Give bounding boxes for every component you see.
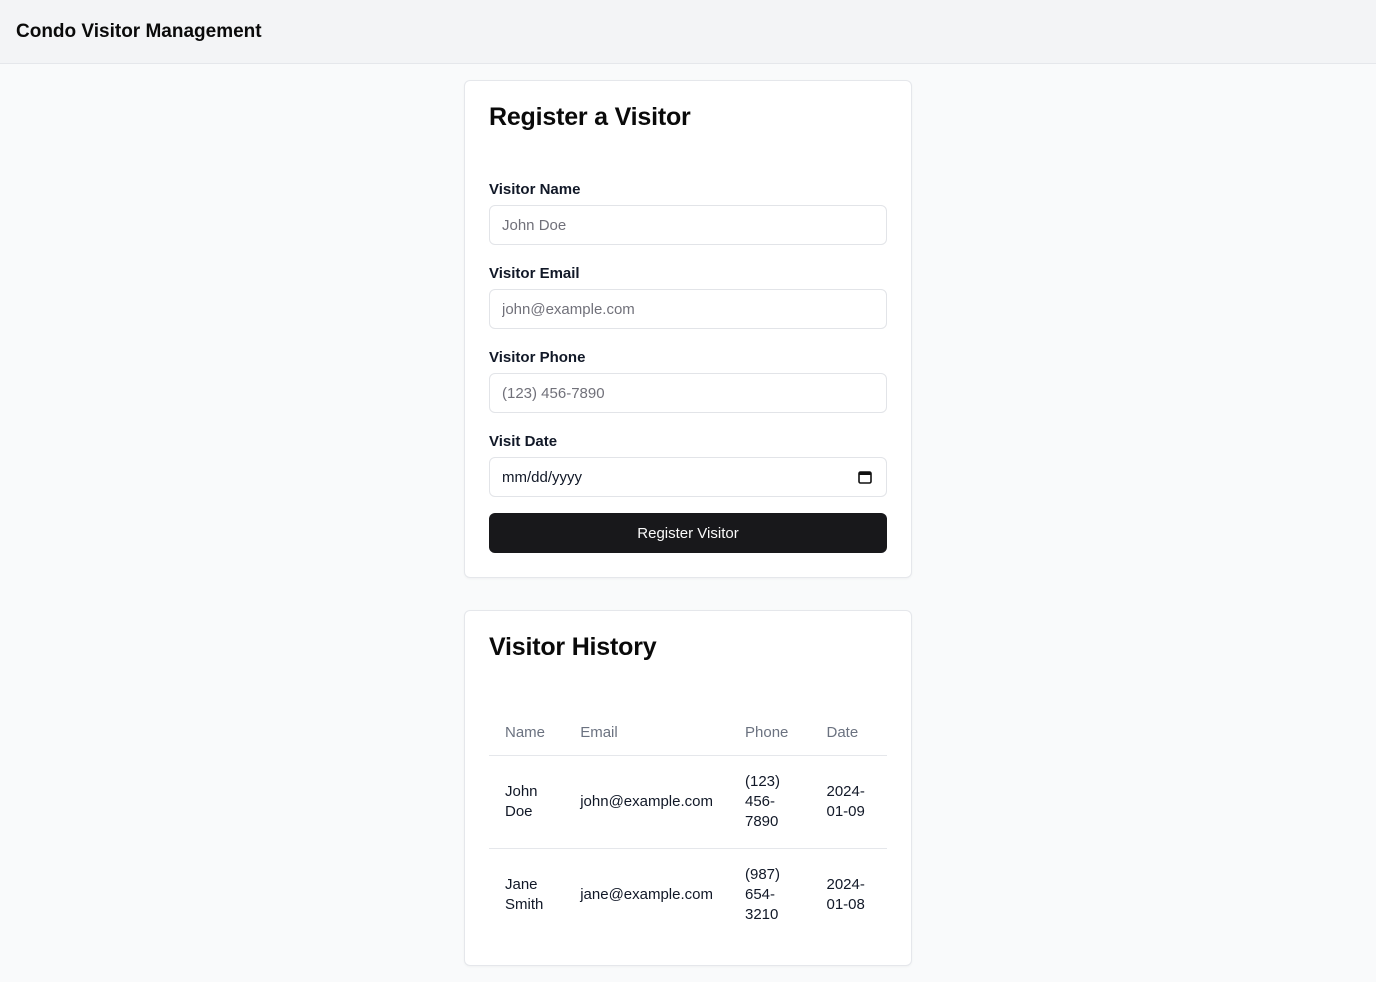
visitor-name-input[interactable] bbox=[489, 205, 887, 245]
register-visitor-card: Register a Visitor Visitor Name Visitor … bbox=[464, 80, 912, 578]
column-header-phone: Phone bbox=[729, 711, 811, 756]
visitor-name-cell: Jane Smith bbox=[489, 847, 565, 941]
visitor-phone-cell: (123) 456-7890 bbox=[745, 772, 781, 830]
visit-date-input[interactable]: mm/dd/yyyy bbox=[489, 457, 887, 497]
visitor-email-input[interactable] bbox=[489, 289, 887, 329]
visitor-phone-label: Visitor Phone bbox=[489, 349, 586, 366]
visit-date-placeholder: mm/dd/yyyy bbox=[502, 468, 583, 486]
visitor-email-cell: john@example.com bbox=[580, 792, 713, 810]
column-header-date: Date bbox=[810, 711, 887, 756]
visitor-email-cell: jane@example.com bbox=[564, 847, 729, 941]
column-header-name: Name bbox=[489, 711, 565, 756]
visit-date-label: Visit Date bbox=[489, 433, 558, 450]
app-title: Condo Visitor Management bbox=[16, 20, 262, 42]
table-row: John Doe john@example.com (123) 456-7890… bbox=[489, 755, 887, 848]
visitor-history-table: Name Email Phone Date John Doe john@exam… bbox=[489, 711, 887, 941]
visitor-name-label: Visitor Name bbox=[489, 181, 581, 198]
table-header-row: Name Email Phone Date bbox=[489, 711, 887, 756]
register-visitor-button[interactable]: Register Visitor bbox=[489, 513, 887, 553]
visitor-email-label: Visitor Email bbox=[489, 265, 580, 282]
calendar-icon[interactable] bbox=[858, 470, 872, 484]
visitor-history-card: Visitor History Name Email Phone Date Jo… bbox=[464, 610, 912, 966]
app-header: Condo Visitor Management bbox=[0, 0, 1376, 64]
visitor-date-cell: 2024-01-08 bbox=[810, 847, 887, 941]
history-card-title: Visitor History bbox=[489, 633, 657, 661]
visitor-date-cell: 2024-01-09 bbox=[826, 782, 865, 820]
column-header-email: Email bbox=[564, 711, 729, 756]
table-row: Jane Smith jane@example.com (987) 654-32… bbox=[489, 847, 887, 941]
visitor-phone-input[interactable] bbox=[489, 373, 887, 413]
visitor-name-cell: John Doe bbox=[505, 782, 538, 820]
register-card-title: Register a Visitor bbox=[489, 103, 691, 131]
visitor-phone-cell: (987) 654-3210 bbox=[729, 847, 811, 941]
